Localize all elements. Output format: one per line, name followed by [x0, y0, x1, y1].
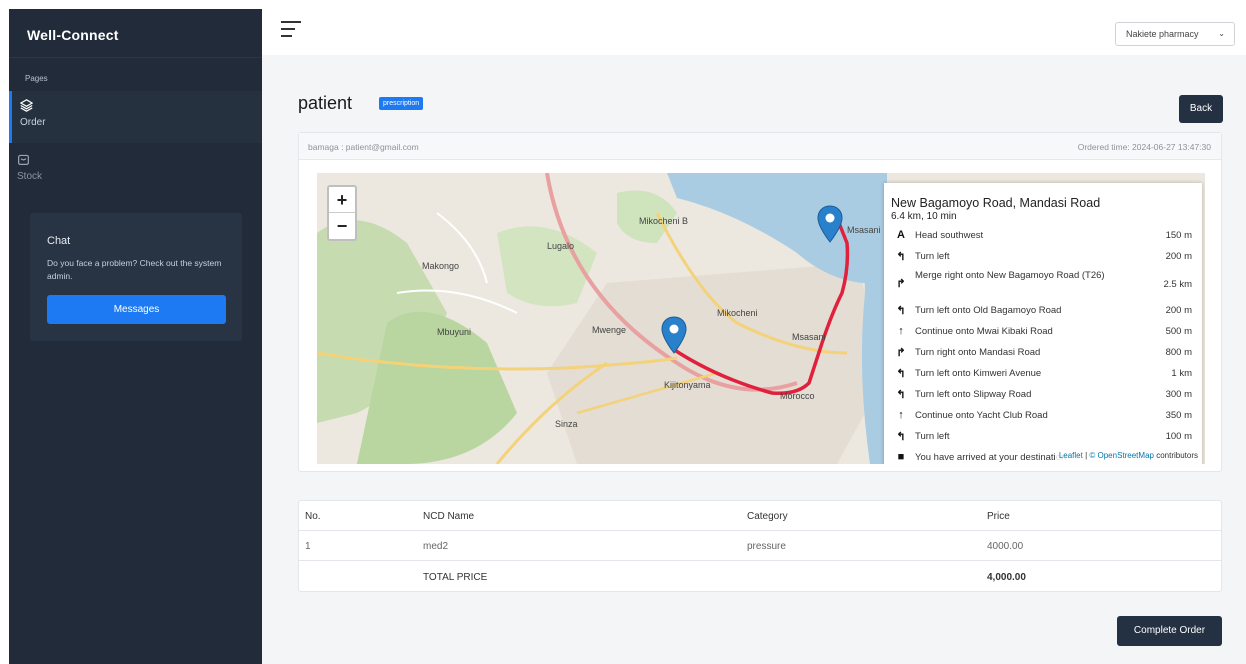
chat-card: Chat Do you face a problem? Check out th…	[30, 213, 242, 341]
order-header: bamaga : patient@gmail.com Ordered time:…	[299, 133, 1221, 160]
sidebar-item-order[interactable]: Order	[9, 91, 262, 143]
cell-category: pressure	[747, 541, 786, 552]
route-step: ↰ Turn left onto Slipway Road 300 m	[896, 389, 1192, 401]
complete-order-button[interactable]: Complete Order	[1117, 616, 1222, 646]
column-header: Category	[747, 511, 788, 522]
route-step: ↑ Continue onto Yacht Club Road 350 m	[891, 406, 1196, 427]
menu-toggle-icon[interactable]	[281, 21, 301, 39]
route-summary: 6.4 km, 10 min	[891, 211, 957, 222]
prescription-badge: prescription	[379, 97, 424, 110]
total-label: TOTAL PRICE	[423, 572, 488, 583]
brand-name: Well-Connect	[27, 27, 119, 43]
chat-description: Do you face a problem? Check out the sys…	[47, 258, 222, 281]
route-step: ↱ Merge right onto New Bagamoyo Road (T2…	[896, 270, 1192, 290]
route-step: ↱ Turn right onto Mandasi Road 800 m	[896, 347, 1192, 359]
divider	[9, 57, 262, 58]
total-row: TOTAL PRICE 4,000.00	[299, 562, 1221, 592]
main-content: patient prescription Back bamaga : patie…	[262, 55, 1246, 664]
map-pin-icon[interactable]	[817, 205, 843, 243]
map-label: Lugalo	[547, 241, 574, 251]
arrow-up-icon: ↑	[898, 325, 904, 337]
map-label: Mikocheni B	[639, 216, 688, 226]
map-label: Morocco	[780, 391, 815, 401]
zoom-out-button[interactable]: −	[329, 213, 355, 239]
map-label: Makongo	[422, 261, 459, 271]
route-step: A Head southwest 150 m	[891, 226, 1196, 247]
route-step: ↰ Turn left 100 m	[896, 431, 1192, 443]
map-label: Msasani	[792, 332, 826, 342]
layers-icon	[20, 99, 33, 112]
map-label: Msasani	[847, 225, 881, 235]
route-step: ↑ Continue onto Mwai Kibaki Road 500 m	[891, 322, 1196, 343]
sidebar-item-label: Order	[20, 117, 46, 128]
leaflet-link[interactable]: Leaflet	[1059, 451, 1083, 460]
page-title: patient	[298, 93, 353, 113]
messages-button[interactable]: Messages	[47, 295, 226, 324]
turn-right-icon: ↱	[896, 278, 906, 290]
turn-right-icon: ↱	[896, 347, 906, 359]
column-header: No.	[305, 511, 321, 522]
map-label: Mbuyuni	[437, 327, 471, 337]
map-attribution: Leaflet | © OpenStreetMap contributors	[1055, 451, 1201, 460]
table-row: 1 med2 pressure 4000.00	[299, 531, 1221, 561]
pharmacy-select-value: Nakiete pharmacy	[1126, 29, 1199, 39]
route-title: New Bagamoyo Road, Mandasi Road	[891, 196, 1101, 210]
back-button[interactable]: Back	[1179, 95, 1223, 123]
osm-link[interactable]: © OpenStreetMap	[1089, 451, 1154, 460]
turn-left-icon: ↰	[896, 431, 906, 443]
ordered-time: Ordered time: 2024-06-27 13:47:30	[1077, 142, 1211, 152]
turn-left-icon: ↰	[896, 389, 906, 401]
total-value: 4,000.00	[987, 572, 1026, 583]
table-header-row: No. NCD Name Category Price	[299, 501, 1221, 531]
zoom-control: + −	[327, 185, 357, 241]
route-step: ↰ Turn left onto Old Bagamoyo Road 200 m	[896, 305, 1192, 317]
start-icon: A	[897, 229, 905, 241]
column-header: NCD Name	[423, 511, 475, 522]
route-map[interactable]: Mikocheni B Lugalo Makongo Mbuyuni Mweng…	[317, 173, 1205, 464]
routing-instructions-panel[interactable]: New Bagamoyo Road, Mandasi Road 6.4 km, …	[884, 183, 1202, 464]
cell-price: 4000.00	[987, 541, 1024, 552]
turn-left-icon: ↰	[896, 305, 906, 317]
cell-no: 1	[305, 541, 311, 552]
column-header: Price	[987, 511, 1010, 522]
chat-title: Chat	[47, 235, 71, 247]
route-step: ↰ Turn left onto Kimweri Avenue 1 km	[896, 368, 1192, 380]
map-label: Mwenge	[592, 325, 626, 335]
topbar: Nakiete pharmacy ⌄	[262, 9, 1246, 55]
order-items-table: No. NCD Name Category Price 1 med2 press…	[298, 500, 1222, 592]
sidebar-item-label: Stock	[17, 171, 43, 182]
map-pin-icon[interactable]	[661, 316, 687, 354]
zoom-in-button[interactable]: +	[329, 187, 355, 213]
map-label: Mikocheni	[717, 308, 758, 318]
order-card: bamaga : patient@gmail.com Ordered time:…	[298, 132, 1222, 472]
map-label: Kijitonyama	[664, 380, 711, 390]
sidebar-item-stock[interactable]: Stock	[9, 145, 262, 197]
destination-icon: ■	[897, 451, 905, 463]
section-label: Pages	[25, 74, 48, 83]
cell-name: med2	[423, 541, 449, 552]
map-label: Sinza	[555, 419, 578, 429]
customer-info: bamaga : patient@gmail.com	[308, 142, 419, 152]
chevron-down-icon: ⌄	[1218, 29, 1225, 38]
route-step: ↰ Turn left 200 m	[896, 251, 1192, 263]
turn-left-icon: ↰	[896, 368, 906, 380]
basket-icon	[18, 154, 29, 165]
turn-left-icon: ↰	[896, 251, 906, 263]
sidebar: Well-Connect Pages Order Stock Chat Do y…	[9, 9, 262, 664]
arrow-up-icon: ↑	[898, 409, 904, 421]
pharmacy-select[interactable]: Nakiete pharmacy ⌄	[1115, 22, 1235, 46]
